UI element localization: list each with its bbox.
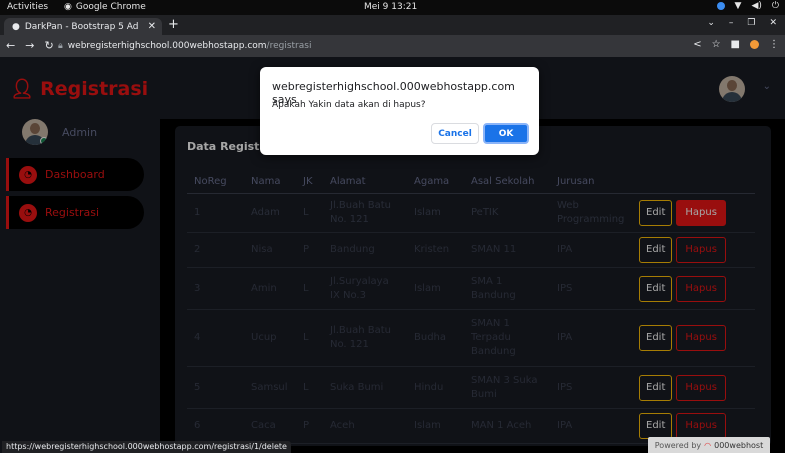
dialog-message: Apakah Yakin data akan di hapus? [272, 100, 426, 110]
close-window-icon[interactable]: ✕ [769, 18, 777, 28]
clock[interactable]: Mei 9 13:21 [364, 2, 417, 12]
menu-kebab-icon[interactable]: ⋮ [769, 39, 779, 50]
os-top-bar: Activities ◉ Google Chrome Mei 9 13:21 ▼… [0, 0, 785, 15]
url-path: /registrasi [266, 41, 312, 51]
update-icon[interactable] [716, 2, 725, 10]
tab-bar: ● DarkPan - Bootstrap 5 Ad ✕ + ⌄ – ❐ ✕ [0, 15, 785, 35]
extension-icon[interactable] [750, 40, 759, 49]
lock-icon: 🔒︎ [58, 41, 63, 51]
volume-icon: ◀) [751, 1, 762, 11]
github-icon: ● [12, 21, 20, 32]
ok-button[interactable]: OK [483, 123, 529, 144]
app-menu[interactable]: ◉ Google Chrome [64, 2, 146, 12]
browser-tab[interactable]: ● DarkPan - Bootstrap 5 Ad ✕ [4, 18, 162, 35]
back-icon[interactable]: ← [6, 39, 15, 52]
power-icon: ⏻ [771, 1, 779, 11]
url-host: webregisterhighschool.000webhostapp.com [67, 41, 267, 51]
cancel-button[interactable]: Cancel [431, 123, 479, 144]
nav-buttons: ← → ↻ [6, 39, 54, 52]
powered-by-text: Powered by [654, 440, 702, 450]
host-brand: 000webhost [714, 440, 764, 450]
chrome-icon: ◉ [64, 2, 72, 12]
tab-search-icon[interactable]: ⌄ [707, 18, 715, 28]
url-input[interactable]: 🔒︎ webregisterhighschool.000webhostapp.c… [58, 38, 658, 54]
bookmark-star-icon[interactable]: ☆ [712, 39, 721, 50]
system-tray[interactable]: ▼ ◀) ⏻ [716, 1, 779, 11]
confirm-dialog: webregisterhighschool.000webhostapp.com … [260, 67, 539, 155]
close-tab-icon[interactable]: ✕ [148, 21, 156, 32]
toolbar-icons: < ☆ ■ ⋮ [693, 39, 779, 50]
address-bar: ← → ↻ 🔒︎ webregisterhighschool.000webhos… [0, 35, 785, 57]
maximize-icon[interactable]: ❐ [747, 18, 755, 28]
wifi-icon: ▼ [734, 1, 742, 11]
window-controls: ⌄ – ❐ ✕ [707, 18, 777, 28]
new-tab-button[interactable]: + [168, 17, 179, 32]
app-name: Google Chrome [75, 2, 146, 12]
forward-icon[interactable]: → [25, 39, 34, 52]
tab-title: DarkPan - Bootstrap 5 Ad [24, 21, 139, 32]
share-icon[interactable]: < [693, 39, 701, 50]
status-url: https://webregisterhighschool.000webhost… [2, 441, 291, 453]
minimize-icon[interactable]: – [729, 18, 734, 28]
webhost-logo-icon: ◠ [704, 440, 712, 450]
sidepanel-icon[interactable]: ■ [731, 39, 740, 50]
powered-by-badge[interactable]: Powered by ◠ 000webhost [648, 437, 770, 453]
reload-icon[interactable]: ↻ [44, 39, 53, 52]
activities-button[interactable]: Activities [7, 2, 48, 12]
